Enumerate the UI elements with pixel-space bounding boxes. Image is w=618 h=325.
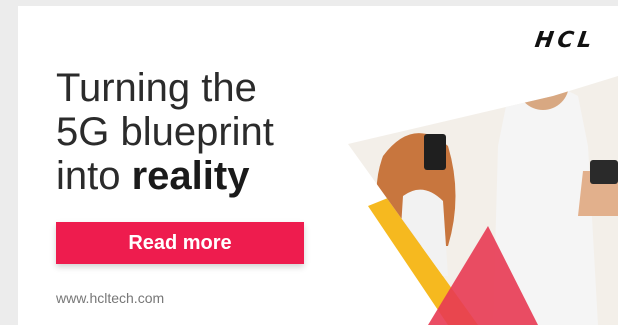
headline-line-3-prefix: into <box>56 154 132 198</box>
ad-banner[interactable]: HCL Turning the 5G blueprint into realit… <box>18 6 618 325</box>
read-more-button[interactable]: Read more <box>56 222 304 264</box>
headline-line-1: Turning the <box>56 66 257 110</box>
headline-line-3: into reality <box>56 154 336 198</box>
hcl-logo: HCL <box>533 28 598 53</box>
website-url[interactable]: www.hcltech.com <box>56 290 164 306</box>
headline-emphasis: reality <box>131 154 250 198</box>
headline: Turning the 5G blueprint into reality <box>56 66 336 198</box>
hero-image <box>348 76 618 325</box>
headline-line-2: 5G blueprint <box>56 110 274 154</box>
